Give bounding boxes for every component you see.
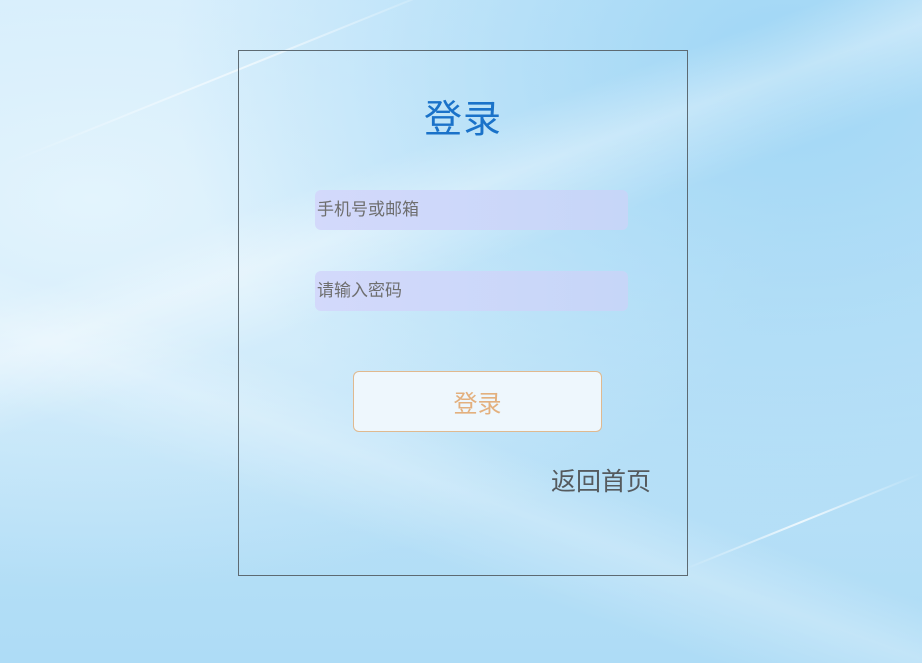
login-button[interactable]: 登录 bbox=[353, 371, 602, 432]
account-input[interactable] bbox=[315, 190, 628, 230]
back-home-link[interactable]: 返回首页 bbox=[551, 465, 651, 499]
login-panel: 登录 登录 返回首页 bbox=[238, 50, 688, 576]
password-input[interactable] bbox=[315, 271, 628, 311]
login-title: 登录 bbox=[423, 97, 502, 141]
